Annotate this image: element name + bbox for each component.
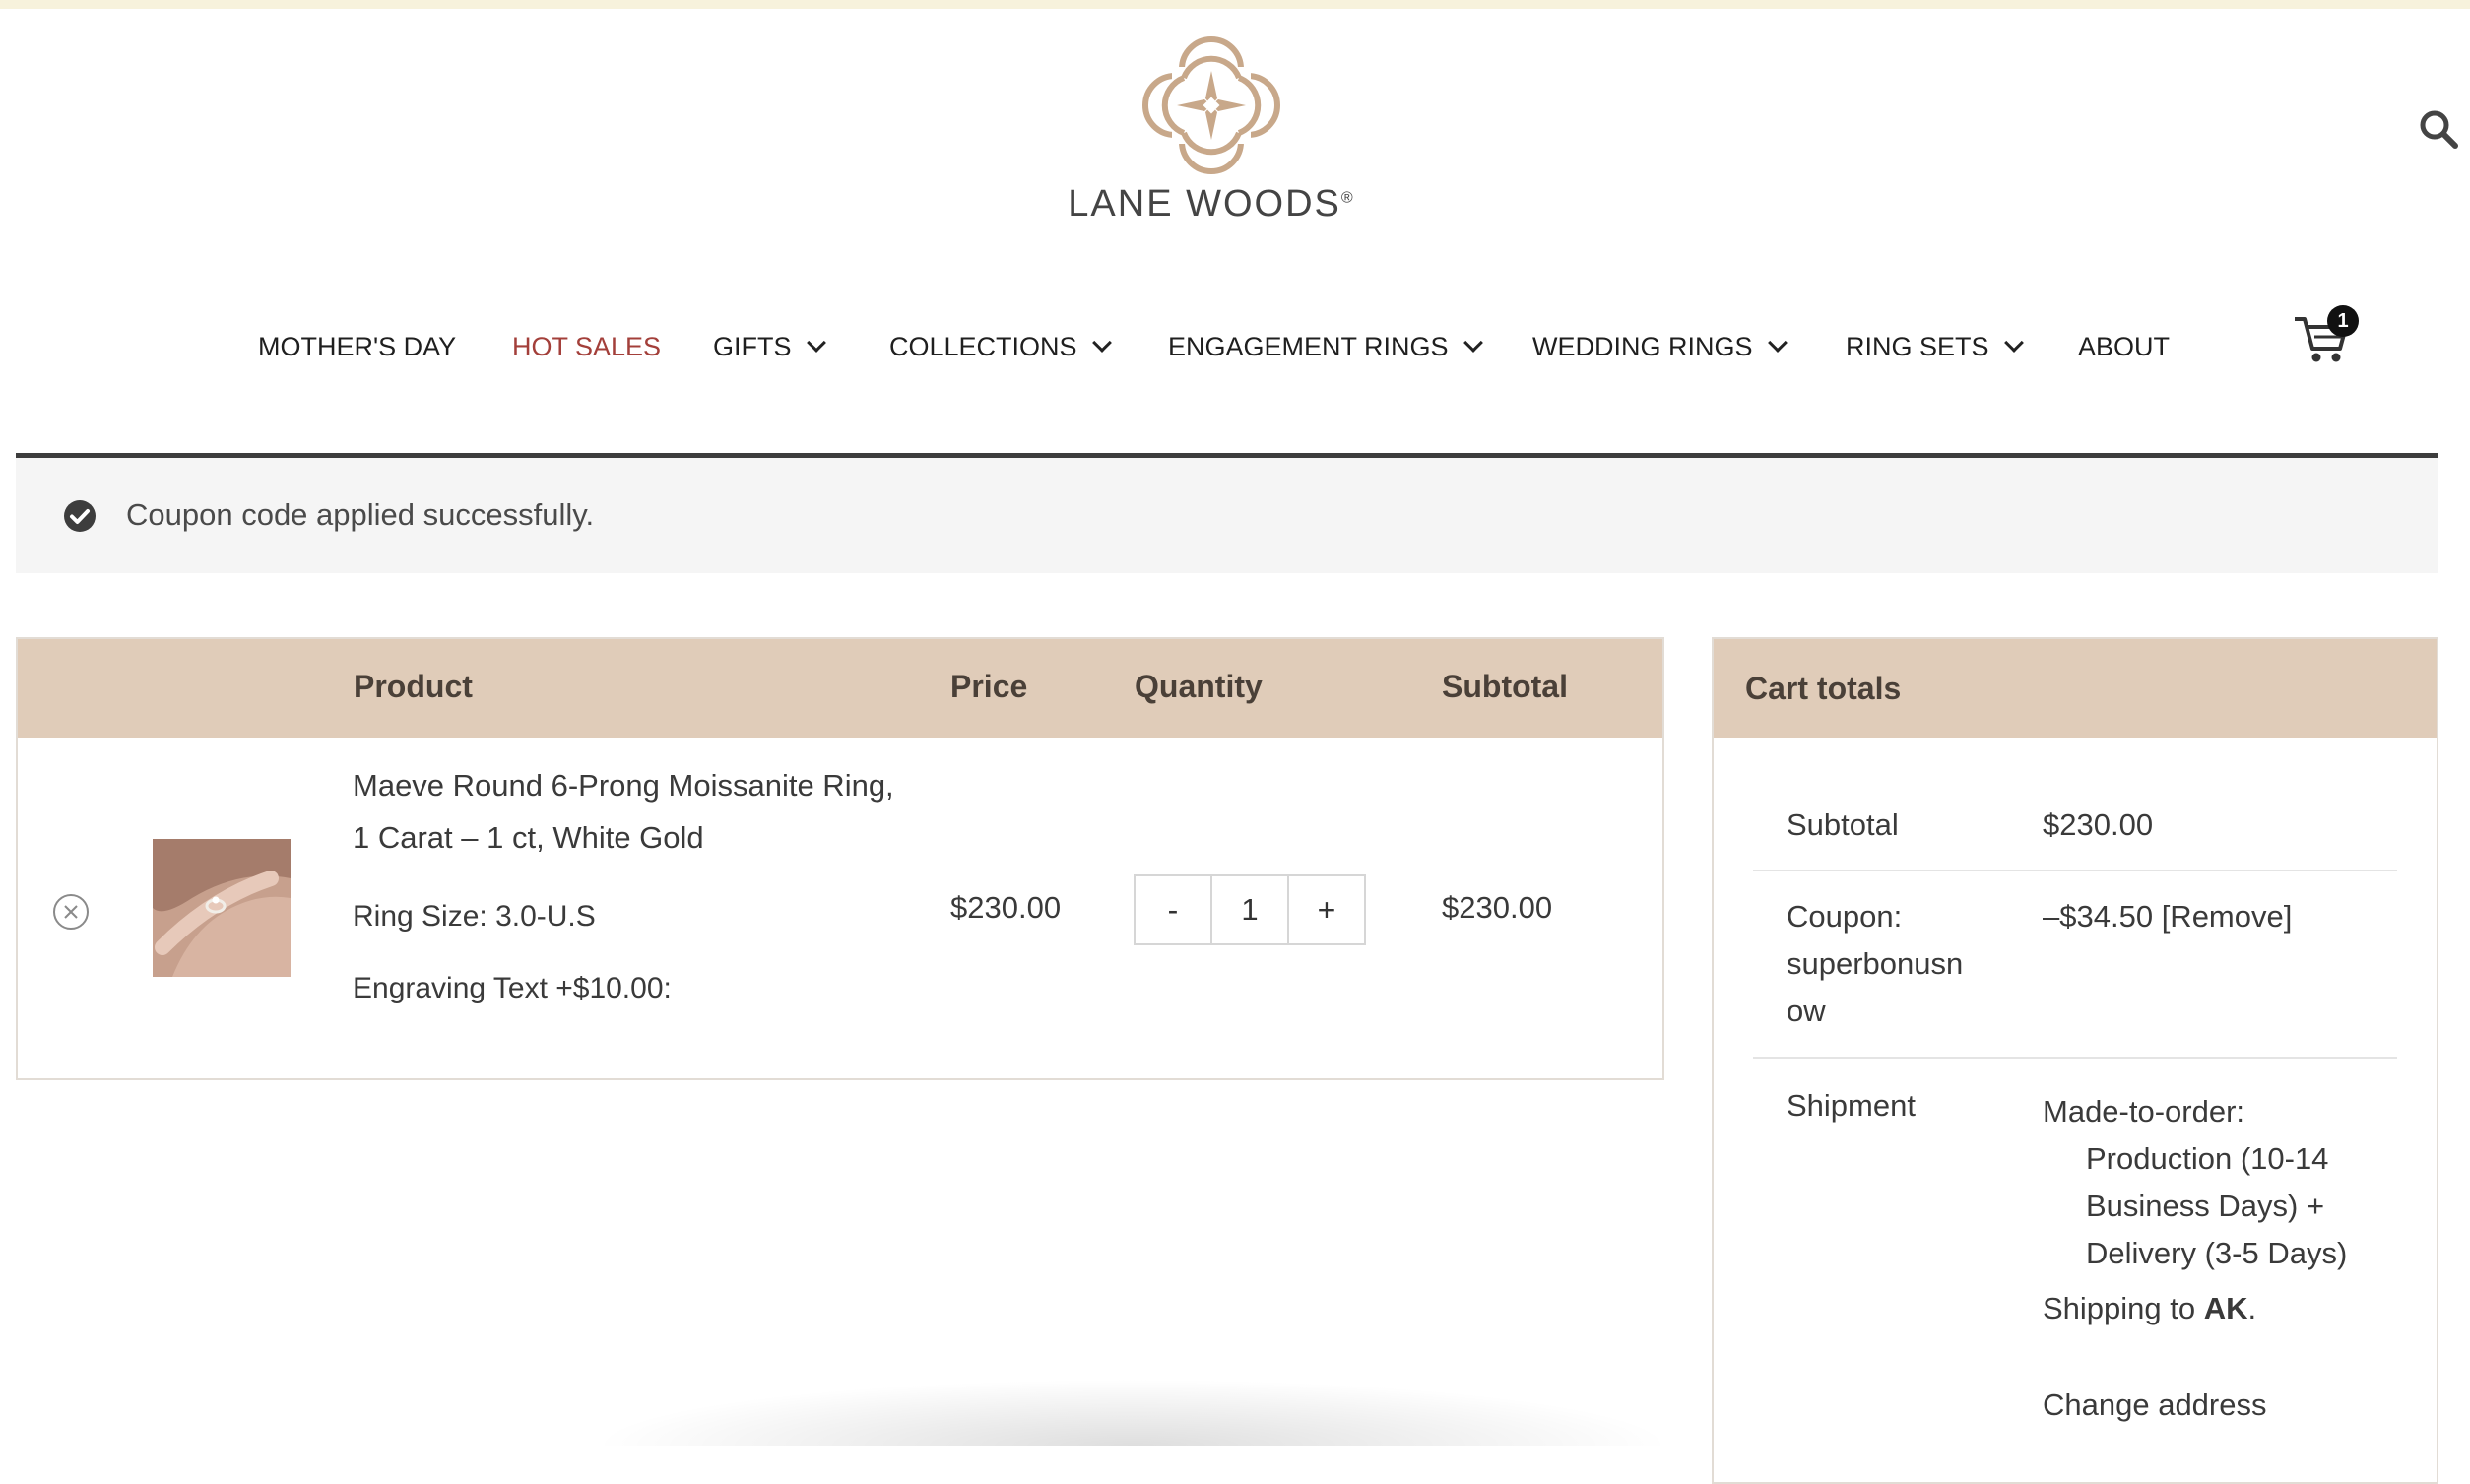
nav-item-label: ENGAGEMENT RINGS — [1168, 331, 1449, 361]
check-circle-icon — [64, 500, 96, 532]
nav-item-hot-sales[interactable]: HOT SALES — [512, 327, 661, 366]
brand-name: LANE WOODS® — [1068, 183, 1355, 225]
nav-item-collections[interactable]: COLLECTIONS — [889, 327, 1112, 366]
item-subtotal: $230.00 — [1442, 890, 1553, 925]
cart-table: Product Price Quantity Subtotal Maeve Ro… — [16, 637, 1664, 1080]
product-name-link[interactable]: Maeve Round 6-Prong Moissanite Ring, 1 C… — [353, 759, 904, 864]
lane-woods-logo-icon[interactable] — [1123, 32, 1300, 179]
quantity-stepper: - 1 + — [1134, 874, 1366, 945]
top-accent-bar — [0, 0, 2470, 9]
cart-table-header: Product Price Quantity Subtotal — [18, 639, 1662, 738]
nav-item-ring-sets[interactable]: RING SETS — [1846, 327, 2024, 366]
subtotal-label: Subtotal — [1787, 807, 1899, 842]
remove-item-icon[interactable] — [52, 893, 90, 931]
shipment-method-detail: Delivery (3-5 Days) — [2086, 1236, 2348, 1270]
nav-item-engagement-rings[interactable]: ENGAGEMENT RINGS — [1168, 327, 1483, 366]
nav-item-label: GIFTS — [713, 331, 792, 361]
nav-item-label: WEDDING RINGS — [1532, 331, 1753, 361]
subtotal-value: $230.00 — [2043, 807, 2154, 842]
nav-item-wedding-rings[interactable]: WEDDING RINGS — [1532, 327, 1788, 366]
main-nav: MOTHER'S DAY HOT SALES GIFTS COLLECTIONS… — [0, 327, 2470, 366]
quantity-increment-button[interactable]: + — [1289, 876, 1364, 943]
chevron-down-icon — [806, 333, 826, 353]
chevron-down-icon — [1462, 333, 1483, 353]
nav-item-label: MOTHER'S DAY — [258, 331, 457, 361]
shipment-label: Shipment — [1787, 1088, 1916, 1123]
nav-item-gifts[interactable]: GIFTS — [713, 327, 826, 366]
nav-item-label: ABOUT — [2078, 331, 2171, 361]
product-thumbnail[interactable] — [153, 839, 291, 977]
column-header-subtotal: Subtotal — [1442, 669, 1568, 704]
cart-totals-title: Cart totals — [1745, 671, 1902, 706]
coupon-label: Coupon: superbonusn ow — [1787, 899, 1964, 1028]
quantity-input[interactable]: 1 — [1210, 876, 1289, 943]
coupon-value: –$34.50 [Remove] — [2043, 893, 2292, 940]
shipment-details: Made-to-order: Production (10-14 Busines… — [2043, 1082, 2417, 1429]
cart-totals-header: Cart totals — [1714, 639, 2437, 738]
bottom-shadow — [591, 1379, 1674, 1446]
chevron-down-icon — [1091, 333, 1112, 353]
chevron-down-icon — [2003, 333, 2024, 353]
nav-item-label: COLLECTIONS — [889, 331, 1077, 361]
change-address-link[interactable]: Change address — [2043, 1382, 2417, 1429]
cart-totals-panel: Cart totals Subtotal $230.00 Coupon: sup… — [1712, 637, 2438, 1484]
cart-count-badge: 1 — [2327, 305, 2359, 337]
remove-coupon-link[interactable]: [Remove] — [2162, 899, 2293, 934]
shipping-destination: Shipping to AK. — [2043, 1291, 2257, 1325]
divider — [1753, 870, 2397, 871]
column-header-price: Price — [950, 669, 1028, 704]
nav-item-label: RING SETS — [1846, 331, 1989, 361]
column-header-product: Product — [354, 669, 473, 704]
column-header-quantity: Quantity — [1135, 669, 1263, 704]
shipment-method-detail: Business Days) + — [2086, 1189, 2325, 1223]
ring-size: Ring Size: 3.0-U.S — [353, 900, 596, 933]
item-price: $230.00 — [950, 890, 1062, 925]
quantity-decrement-button[interactable]: - — [1136, 876, 1210, 943]
chevron-down-icon — [1767, 333, 1788, 353]
divider — [1753, 1057, 2397, 1059]
nav-item-mothers-day[interactable]: MOTHER'S DAY — [258, 327, 456, 366]
coupon-notice: Coupon code applied successfully. — [16, 453, 2438, 573]
shipment-method: Made-to-order: — [2043, 1094, 2245, 1129]
nav-item-about[interactable]: ABOUT — [2078, 327, 2170, 366]
coupon-discount: –$34.50 — [2043, 899, 2154, 934]
search-icon[interactable] — [2418, 108, 2459, 150]
shipment-method-detail: Production (10-14 — [2086, 1141, 2329, 1176]
notice-text: Coupon code applied successfully. — [126, 497, 595, 532]
engraving-text: Engraving Text +$10.00: — [353, 972, 672, 1004]
nav-item-label: HOT SALES — [512, 331, 662, 361]
